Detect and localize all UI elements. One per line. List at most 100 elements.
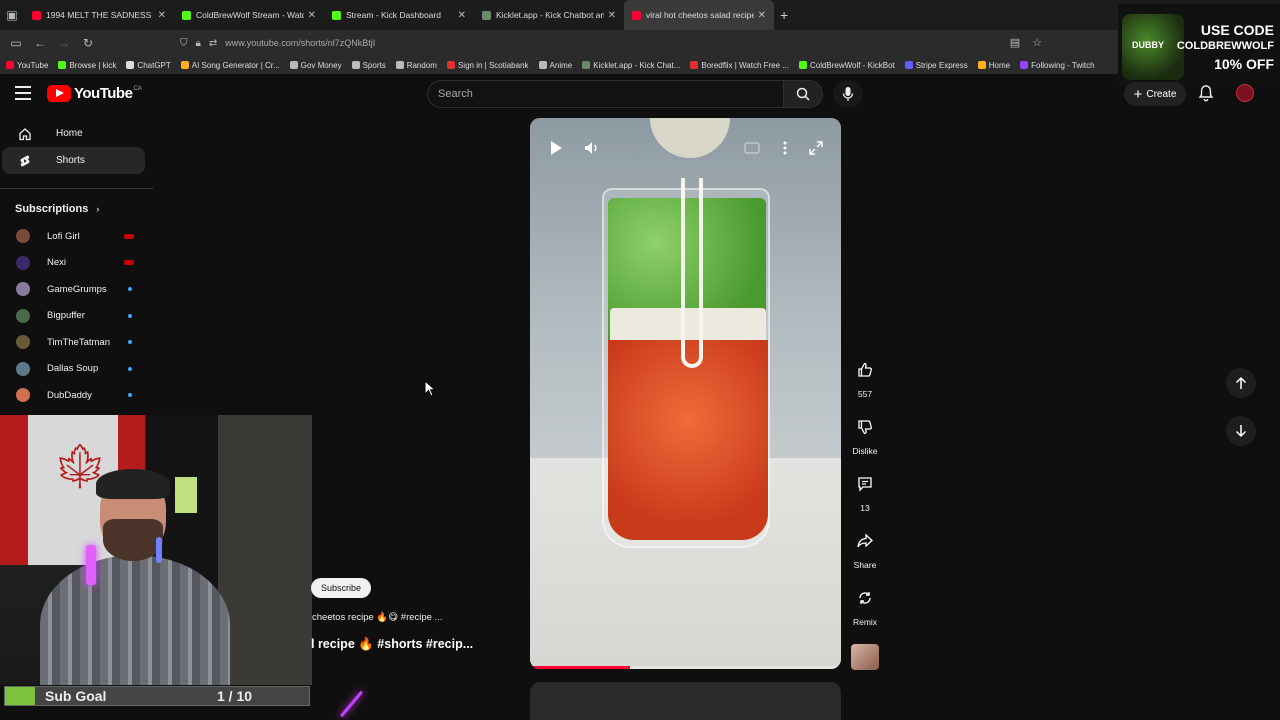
subscription-item[interactable]: Nexi (0, 250, 155, 277)
promo-line-1: USE CODE (1200, 22, 1274, 38)
subscription-item[interactable]: Lofi Girl (0, 223, 155, 250)
bookmark-item[interactable]: ChatGPT (126, 61, 171, 70)
chevron-right-icon: › (96, 204, 100, 214)
url-field[interactable]: ⛉ 🔒︎ ⇄ www.youtube.com/shorts/nl7zQNkBtj… (180, 34, 1030, 52)
tab-label: 1994 MELT THE SADNESS // D (46, 10, 154, 20)
browser-tab[interactable]: 1994 MELT THE SADNESS // D ✕ (24, 0, 174, 30)
like-button[interactable]: 557 (847, 355, 883, 399)
sound-source-thumbnail[interactable] (851, 644, 879, 670)
headset-light-right (156, 537, 162, 563)
new-content-dot-icon (128, 393, 132, 398)
site-settings-icon[interactable]: ⇄ (209, 38, 217, 49)
share-button[interactable]: Share (847, 526, 883, 570)
menu-icon[interactable] (15, 86, 31, 100)
bookmark-item[interactable]: Sports (351, 61, 386, 70)
bookmark-item[interactable]: Stripe Express (904, 60, 968, 70)
new-tab-icon[interactable]: + (780, 7, 788, 23)
sidebar-toggle-icon[interactable]: ▭ (4, 36, 28, 50)
bookmark-item[interactable]: Following - Twitch (1020, 60, 1095, 70)
bookmark-label: Gov Money (300, 60, 342, 70)
browser-tab[interactable]: Stream - Kick Dashboard ✕ (324, 0, 474, 30)
bookmark-item[interactable]: ColdBrewWolf - KickBot (798, 61, 895, 70)
sidebar-item-home[interactable]: Home (2, 120, 145, 147)
sidebar-item-shorts[interactable]: Shorts (2, 147, 145, 174)
lock-icon[interactable]: 🔒︎ (196, 38, 201, 49)
microphone-icon (842, 87, 854, 101)
channel-name: Bigpuffer (47, 310, 85, 322)
bookmark-favicon-icon (289, 61, 298, 69)
shorts-video-player[interactable] (530, 118, 841, 669)
bookmark-favicon-icon (180, 61, 189, 69)
bookmark-label: Following - Twitch (1031, 60, 1095, 70)
more-options-button[interactable] (771, 136, 799, 160)
neon-line-decoration (340, 690, 363, 718)
play-button[interactable] (542, 136, 570, 160)
bookmark-item[interactable]: YouTube (6, 61, 48, 70)
close-icon[interactable]: ✕ (308, 10, 316, 21)
close-icon[interactable]: ✕ (608, 10, 616, 21)
bookmark-item[interactable]: Boredflix | Watch Free ... (690, 61, 789, 70)
background-door (218, 415, 312, 685)
close-icon[interactable]: ✕ (758, 10, 766, 21)
video-progress-bar[interactable] (530, 666, 841, 669)
reload-icon[interactable]: ↻ (76, 36, 100, 50)
youtube-logo[interactable]: YouTube CA (47, 85, 142, 102)
browser-tab[interactable]: Kicklet.app - Kick Chatbot and ✕ (474, 0, 624, 30)
back-icon[interactable]: ← (28, 36, 52, 50)
channel-name: Lofi Girl (47, 230, 80, 242)
bookmark-item[interactable]: Anime (538, 61, 572, 70)
tab-sidebar-icon[interactable]: ▣ (0, 0, 24, 30)
bookmark-label: Stripe Express (915, 60, 968, 70)
bookmark-label: Random (406, 60, 437, 70)
search-button[interactable] (783, 80, 823, 108)
captions-button[interactable] (738, 136, 766, 160)
comments-button[interactable]: 13 (847, 469, 883, 513)
next-short-preview[interactable] (530, 682, 841, 720)
forward-icon[interactable]: → (52, 36, 76, 50)
arrow-up-icon (1235, 376, 1247, 389)
voice-search-button[interactable] (833, 80, 863, 108)
browser-tab[interactable]: viral hot cheetos salad recipe ✕ (624, 0, 774, 30)
new-content-dot-icon (128, 287, 132, 292)
sidebar-item-label: Shorts (56, 155, 85, 166)
bookmark-favicon-icon (582, 61, 591, 69)
subscription-item[interactable]: Dallas Soup (0, 356, 155, 383)
tab-label: Kicklet.app - Kick Chatbot and (496, 10, 604, 20)
subscription-item[interactable]: TimTheTatman (0, 329, 155, 356)
bookmark-item[interactable]: Random (395, 60, 437, 70)
bookmark-item[interactable]: AI Song Generator | Cr... (180, 61, 280, 70)
bookmark-item[interactable]: Browse | kick (58, 61, 116, 70)
close-icon[interactable]: ✕ (458, 10, 466, 21)
live-indicator-icon (124, 233, 134, 239)
search-input[interactable]: Search (427, 80, 783, 108)
previous-short-button[interactable] (1226, 368, 1256, 398)
next-short-button[interactable] (1226, 416, 1256, 446)
reader-view-icon[interactable]: ▤ (1010, 36, 1020, 49)
close-icon[interactable]: ✕ (158, 10, 166, 21)
subscribe-button[interactable]: Subscribe (311, 578, 371, 598)
volume-button[interactable] (578, 136, 606, 160)
bookmark-item[interactable]: Gov Money (289, 60, 342, 70)
remix-button[interactable]: Remix (847, 583, 883, 627)
shield-icon[interactable]: ⛉ (180, 38, 188, 49)
bookmark-label: Boredflix | Watch Free ... (701, 60, 789, 70)
create-button[interactable]: + Create (1124, 82, 1186, 106)
subscriptions-heading[interactable]: Subscriptions › (0, 199, 155, 219)
expand-icon (809, 141, 823, 155)
short-description[interactable]: cheetos recipe 🔥😋 #recipe ... (312, 612, 443, 623)
bookmark-item[interactable]: Kicklet.app - Kick Chat... (582, 61, 680, 70)
bookmark-item[interactable]: Sign in | Scotiabank (446, 61, 529, 70)
browser-tab[interactable]: ColdBrewWolf Stream - Watch ✕ (174, 0, 324, 30)
bookmark-star-icon[interactable]: ☆ (1032, 36, 1042, 49)
dislike-button[interactable]: Dislike (847, 412, 883, 456)
short-title[interactable]: l recipe 🔥 #shorts #recip... (311, 637, 473, 652)
subscription-item[interactable]: GameGrumps (0, 276, 155, 303)
subscription-item[interactable]: Bigpuffer (0, 303, 155, 330)
tab-favicon-icon (482, 10, 491, 20)
account-avatar[interactable] (1236, 84, 1254, 102)
notifications-bell-icon[interactable] (1198, 84, 1214, 107)
subscription-item[interactable]: DubDaddy (0, 382, 155, 409)
bookmark-item[interactable]: Home (977, 61, 1010, 70)
address-bar: ▭ ← → ↻ ⛉ 🔒︎ ⇄ www.youtube.com/shorts/nl… (0, 30, 1280, 56)
fullscreen-button[interactable] (802, 136, 830, 160)
